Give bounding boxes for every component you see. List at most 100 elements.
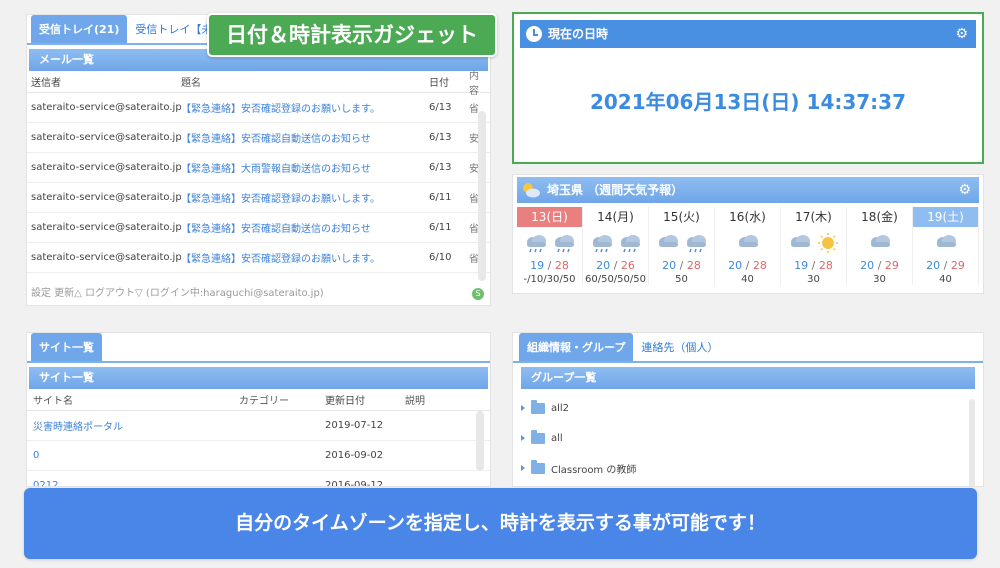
expand-caret-icon[interactable] bbox=[521, 465, 525, 471]
precipitation-probability: 30 bbox=[807, 274, 820, 285]
group-name: all2 bbox=[551, 402, 570, 414]
sync-icon[interactable]: S bbox=[472, 288, 484, 300]
org-gadget: 組織情報・グループ 連絡先（個人） グループ一覧 all2 all Classroo… bbox=[512, 332, 984, 487]
group-item[interactable]: Classroom の教師 bbox=[513, 453, 983, 483]
temp-max: 28 bbox=[554, 259, 569, 272]
temp-min: 20 bbox=[596, 259, 611, 272]
mail-list: sateraito-service@sateraito.jp 【緊急連絡】安否確認… bbox=[27, 93, 490, 273]
clock-icon bbox=[526, 26, 542, 42]
gear-icon[interactable]: ⚙ bbox=[955, 26, 968, 42]
weather-day-label: 15(火) bbox=[663, 210, 700, 224]
mail-subject-link[interactable]: 【緊急連絡】安否確認自動送信のお知らせ bbox=[181, 130, 429, 145]
mail-from: sateraito-service@sateraito.jp bbox=[31, 132, 181, 143]
expand-caret-icon[interactable] bbox=[521, 405, 525, 411]
mail-row[interactable]: sateraito-service@sateraito.jp 【緊急連絡】安否確認… bbox=[27, 213, 490, 243]
tab-sites[interactable]: サイト一覧 bbox=[31, 333, 102, 361]
cloud-rain-icon bbox=[592, 235, 612, 253]
temp-min: 19 bbox=[530, 259, 545, 272]
temperature: 19 / 28 bbox=[794, 259, 833, 272]
partly-cloudy-icon bbox=[523, 183, 540, 198]
folder-icon bbox=[531, 459, 545, 474]
temperature: 20 / 26 bbox=[596, 259, 635, 272]
column-updated[interactable]: 更新日付 bbox=[325, 392, 405, 407]
temp-max: 28 bbox=[752, 259, 767, 272]
column-date[interactable]: 日付 bbox=[429, 74, 469, 89]
column-category[interactable]: カテゴリー bbox=[239, 392, 325, 407]
clock-header: 現在の日時 ⚙ bbox=[520, 20, 976, 48]
site-name-link[interactable]: 0212 bbox=[33, 480, 239, 486]
tab-inbox[interactable]: 受信トレイ(21) bbox=[31, 15, 128, 43]
expand-caret-icon[interactable] bbox=[521, 435, 525, 441]
mail-from: sateraito-service@sateraito.jp bbox=[31, 222, 181, 233]
mail-footer-links[interactable]: 設定 更新△ ログアウト▽ (ログイン中:haraguchi@sateraito… bbox=[31, 288, 324, 299]
weather-title: 埼玉県 （週間天気予報） bbox=[547, 183, 684, 197]
mail-date: 6/13 bbox=[429, 102, 452, 113]
mail-row[interactable]: sateraito-service@sateraito.jp 【緊急連絡】安否確認… bbox=[27, 123, 490, 153]
mail-subject-link[interactable]: 【緊急連絡】大雨警報自動送信のお知らせ bbox=[181, 160, 429, 175]
group-list: all2 all Classroom の教師 bbox=[513, 389, 983, 483]
site-list-header: サイト名 カテゴリー 更新日付 説明 bbox=[27, 389, 490, 411]
cloud-icon bbox=[790, 235, 810, 247]
temperature: 20 / 28 bbox=[728, 259, 767, 272]
mail-footer: 設定 更新△ ログアウト▽ (ログイン中:haraguchi@sateraito… bbox=[27, 283, 490, 305]
weather-day-label: 17(木) bbox=[795, 210, 832, 224]
site-scrollbar[interactable] bbox=[476, 411, 484, 471]
precipitation-probability: 50 bbox=[675, 274, 688, 285]
site-row[interactable]: 災害時連絡ポータル 2019-07-12 bbox=[27, 411, 490, 441]
weather-icons bbox=[517, 227, 582, 259]
precipitation-probability: -/10/30/50 bbox=[523, 274, 576, 285]
cloud-icon bbox=[738, 235, 758, 247]
weather-day: 15(火) 20 / 28 50 bbox=[649, 207, 715, 285]
temp-min: 19 bbox=[794, 259, 809, 272]
site-tabs: サイト一覧 bbox=[27, 333, 490, 363]
mail-subject-link[interactable]: 【緊急連絡】安否確認登録のお願いします。 bbox=[181, 250, 429, 265]
precipitation-probability: 40 bbox=[939, 274, 952, 285]
mail-row[interactable]: sateraito-service@sateraito.jp 【緊急連絡】安否確認… bbox=[27, 183, 490, 213]
site-name-link[interactable]: 0 bbox=[33, 450, 239, 461]
group-scrollbar[interactable] bbox=[969, 399, 975, 486]
mail-row[interactable]: sateraito-service@sateraito.jp 【緊急連絡】大雨警報… bbox=[27, 153, 490, 183]
temperature: 19 / 28 bbox=[530, 259, 569, 272]
gear-icon[interactable]: ⚙ bbox=[958, 182, 971, 198]
weather-day-label: 13(日) bbox=[517, 207, 582, 227]
temperature: 20 / 28 bbox=[662, 259, 701, 272]
cloud-rain-icon bbox=[526, 235, 546, 253]
weather-day: 19(土) 20 / 29 40 bbox=[913, 207, 979, 285]
mail-date: 6/11 bbox=[429, 192, 452, 203]
mail-subject-link[interactable]: 【緊急連絡】安否確認登録のお願いします。 bbox=[181, 190, 429, 205]
site-name-link[interactable]: 災害時連絡ポータル bbox=[33, 418, 239, 433]
tab-contacts[interactable]: 連絡先（個人） bbox=[633, 333, 726, 361]
mail-subject-link[interactable]: 【緊急連絡】安否確認自動送信のお知らせ bbox=[181, 220, 429, 235]
mail-subject-link[interactable]: 【緊急連絡】安否確認登録のお願いします。 bbox=[181, 100, 429, 115]
weather-icons bbox=[913, 227, 978, 259]
temperature: 20 / 29 bbox=[860, 259, 899, 272]
mail-from: sateraito-service@sateraito.jp bbox=[31, 102, 181, 113]
mail-row[interactable]: sateraito-service@sateraito.jp 【緊急連絡】安否確認… bbox=[27, 93, 490, 123]
column-site-name[interactable]: サイト名 bbox=[33, 392, 239, 407]
group-item[interactable]: all bbox=[513, 423, 983, 453]
temp-max: 28 bbox=[686, 259, 701, 272]
precipitation-probability: 30 bbox=[873, 274, 886, 285]
column-content[interactable]: 内容 bbox=[469, 67, 483, 97]
mail-from: sateraito-service@sateraito.jp bbox=[31, 252, 181, 263]
mail-from: sateraito-service@sateraito.jp bbox=[31, 192, 181, 203]
weather-icons bbox=[847, 227, 912, 259]
cloud-icon bbox=[870, 235, 890, 247]
weather-header: 埼玉県 （週間天気予報） ⚙ bbox=[517, 177, 979, 203]
column-subject[interactable]: 題名 bbox=[181, 74, 429, 89]
mail-scrollbar[interactable] bbox=[478, 111, 486, 281]
column-from[interactable]: 送信者 bbox=[31, 74, 181, 89]
clock-gadget: 現在の日時 ⚙ 2021年06月13日(日) 14:37:37 bbox=[512, 12, 984, 164]
site-row[interactable]: 0 2016-09-02 bbox=[27, 441, 490, 471]
group-item[interactable]: all2 bbox=[513, 393, 983, 423]
group-name: Classroom の教師 bbox=[551, 464, 637, 476]
column-description[interactable]: 説明 bbox=[405, 392, 465, 407]
cloud-rain-icon bbox=[686, 235, 706, 253]
cloud-icon bbox=[658, 235, 678, 247]
site-updated: 2016-09-02 bbox=[325, 450, 384, 461]
weather-day: 16(水) 20 / 28 40 bbox=[715, 207, 781, 285]
tab-org-groups[interactable]: 組織情報・グループ bbox=[519, 333, 634, 361]
site-row[interactable]: 0212 2016-09-12 bbox=[27, 471, 490, 486]
folder-icon bbox=[531, 429, 545, 444]
mail-row[interactable]: sateraito-service@sateraito.jp 【緊急連絡】安否確認… bbox=[27, 243, 490, 273]
